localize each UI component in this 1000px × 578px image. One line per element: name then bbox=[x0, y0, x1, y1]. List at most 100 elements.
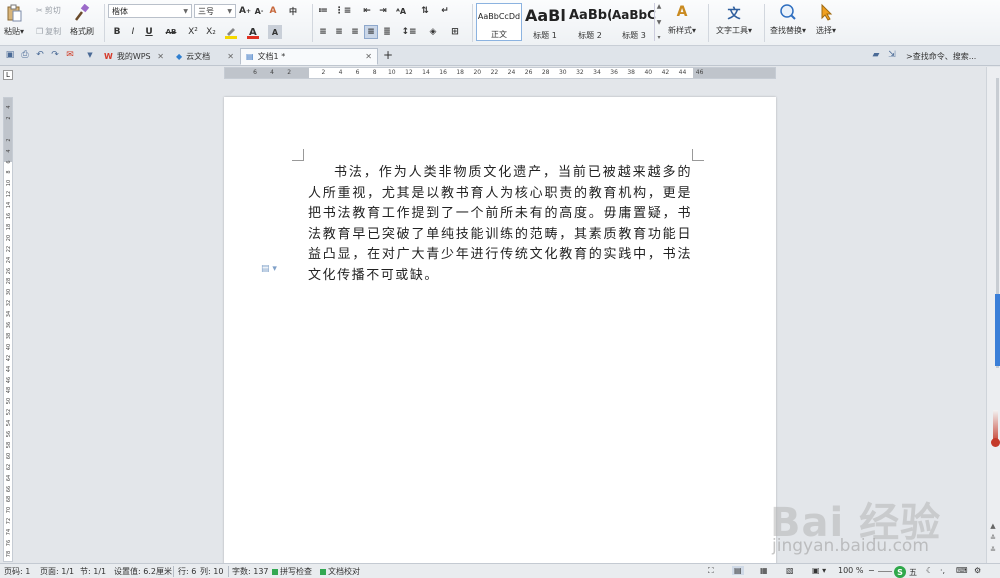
scissors-icon: ✂ bbox=[36, 6, 43, 15]
text-direction-icon[interactable]: ⇅ bbox=[418, 4, 432, 18]
web-view-icon[interactable]: ▦ bbox=[760, 566, 768, 575]
ruler-number: 44 bbox=[678, 69, 687, 76]
show-marks-icon[interactable]: ↵ bbox=[438, 4, 452, 18]
add-tab-button[interactable]: + bbox=[382, 48, 394, 62]
subscript-icon[interactable]: X₂ bbox=[204, 25, 218, 39]
horizontal-ruler[interactable]: 6 4 2 2 4 6 8 10 12 14 16 18 20 22 24 26 28 30 32 34 36 38 40 4… bbox=[224, 67, 776, 79]
close-icon[interactable]: ✕ bbox=[157, 52, 164, 61]
save-icon[interactable]: ▣ bbox=[4, 49, 16, 61]
style-heading-1[interactable]: AaBl 标题 1 bbox=[524, 3, 566, 41]
keyboard-icon[interactable]: ⌨ bbox=[956, 566, 968, 575]
ime-indicator[interactable]: S五 bbox=[894, 566, 917, 578]
zoom-value[interactable]: 100 % bbox=[838, 566, 863, 575]
undo-icon[interactable]: ↶ bbox=[34, 49, 46, 61]
style-gallery: AaBbCcDd 正文 AaBl 标题 1 AaBb( 标题 2 AaBbC 标… bbox=[476, 3, 662, 41]
font-size-select[interactable]: 三号 ▼ bbox=[194, 4, 236, 18]
justify-icon[interactable]: ≡ bbox=[364, 25, 378, 39]
document-paragraph[interactable]: 书法，作为人类非物质文化遗产，当前已被越来越多的人所重视，尤其是以教书育人为核心… bbox=[308, 163, 692, 286]
style-heading-2[interactable]: AaBb( 标题 2 bbox=[568, 3, 612, 41]
copy-button[interactable]: ❐ 复制 bbox=[36, 26, 61, 37]
document-page[interactable]: ▤ ▾ 书法，作为人类非物质文化遗产，当前已被越来越多的人所重视，尤其是以教书育… bbox=[224, 97, 776, 567]
style-gallery-scroll[interactable]: ▲ ▼ ▾ bbox=[654, 3, 663, 41]
ruler-number: 30 bbox=[558, 69, 567, 76]
find-replace-button[interactable]: 查找替换▾ bbox=[770, 3, 806, 36]
chevron-down-icon[interactable]: ▼ bbox=[657, 19, 662, 26]
task-pane-toggle[interactable] bbox=[995, 294, 1000, 366]
ruler-number: 40 bbox=[6, 343, 12, 350]
chevron-up-icon[interactable]: ▲ bbox=[657, 3, 662, 10]
moon-icon[interactable]: ☾ bbox=[926, 566, 933, 575]
font-group: 楷体 ▼ 三号 ▼ A + A- A 中 B I U AB X² X₂ A A bbox=[108, 2, 308, 44]
feedback-icon[interactable]: ▰ bbox=[870, 49, 882, 61]
outline-view-icon[interactable]: ▧ bbox=[786, 566, 794, 575]
borders-icon[interactable]: ⊞ bbox=[448, 25, 462, 39]
page-view-icon[interactable]: ▤ bbox=[732, 566, 744, 575]
close-icon[interactable]: ✕ bbox=[227, 52, 234, 61]
ruler-number: 56 bbox=[6, 430, 12, 438]
style-normal[interactable]: AaBbCcDd 正文 bbox=[476, 3, 522, 41]
style-heading-3[interactable]: AaBbC 标题 3 bbox=[612, 3, 656, 41]
tab-stop-selector[interactable]: L bbox=[3, 70, 13, 80]
tab-document-1[interactable]: ▤ 文档1 * ✕ bbox=[240, 48, 378, 65]
redo-icon[interactable]: ↷ bbox=[49, 49, 61, 61]
font-name-select[interactable]: 楷体 ▼ bbox=[108, 4, 192, 18]
line-spacing-icon[interactable]: ↕≡ bbox=[401, 25, 416, 39]
spell-check-toggle[interactable]: 拼写检查 bbox=[272, 566, 312, 577]
new-style-button[interactable]: A 新样式▾ bbox=[668, 3, 696, 36]
shrink-font-icon[interactable]: A- bbox=[252, 4, 266, 18]
numbered-list-icon[interactable]: ⋮≡ bbox=[335, 4, 352, 18]
zoom-out-icon[interactable]: − bbox=[868, 566, 875, 575]
phonetic-guide-icon[interactable]: 中 bbox=[286, 4, 300, 18]
ime-settings-icon[interactable]: ⚙ bbox=[974, 566, 981, 575]
distributed-icon[interactable]: ≣ bbox=[380, 25, 394, 39]
select-button[interactable]: 选择▾ bbox=[816, 3, 836, 36]
ruler-number: 24 bbox=[6, 256, 12, 263]
bold-icon[interactable]: B bbox=[110, 25, 124, 39]
grow-font-icon[interactable]: A + bbox=[238, 4, 252, 18]
italic-icon[interactable]: I bbox=[126, 25, 140, 39]
bullet-list-icon[interactable]: ≔ bbox=[316, 4, 330, 18]
reading-view-icon[interactable]: ▣ ▾ bbox=[812, 566, 826, 575]
paragraph-layout-icon[interactable]: ▤ ▾ bbox=[261, 264, 277, 274]
scroll-prev-page-icon[interactable]: ≙ bbox=[988, 534, 998, 542]
change-case-icon[interactable]: ᴬA bbox=[394, 4, 408, 18]
cut-button[interactable]: ✂ 剪切 bbox=[36, 5, 61, 16]
email-icon[interactable]: ✉ bbox=[64, 49, 76, 61]
ruler-number: 38 bbox=[627, 69, 636, 76]
shading-icon[interactable]: ◈ bbox=[426, 25, 440, 39]
punctuation-icon[interactable]: ·, bbox=[940, 566, 945, 575]
command-search-box[interactable]: >查找命令、搜索... bbox=[906, 49, 998, 63]
text-tools-button[interactable]: 文 文字工具▾ bbox=[716, 3, 752, 36]
scroll-next-page-icon[interactable]: ≚ bbox=[988, 546, 998, 554]
align-right-icon[interactable]: ≡ bbox=[348, 25, 362, 39]
ruler-number: 72 bbox=[6, 518, 12, 525]
pin-icon[interactable]: ⇲ bbox=[886, 49, 898, 61]
align-center-icon[interactable]: ≡ bbox=[332, 25, 346, 39]
increase-indent-icon[interactable]: ⇥ bbox=[376, 4, 390, 18]
doc-proof-toggle[interactable]: 文档校对 bbox=[320, 566, 360, 577]
underline-icon[interactable]: U bbox=[142, 25, 156, 39]
align-left-icon[interactable]: ≡ bbox=[316, 25, 330, 39]
fullscreen-icon[interactable]: ⛶ bbox=[708, 566, 714, 576]
decrease-indent-icon[interactable]: ⇤ bbox=[360, 4, 374, 18]
paste-button[interactable]: 粘贴▾ bbox=[4, 4, 24, 37]
superscript-icon[interactable]: X² bbox=[186, 25, 200, 39]
ruler-number: 26 bbox=[524, 69, 533, 76]
format-painter-button[interactable]: 格式刷 bbox=[70, 4, 94, 37]
tab-cloud-docs[interactable]: ◆ 云文档 ✕ bbox=[170, 48, 240, 65]
font-color-icon[interactable]: A bbox=[246, 25, 260, 39]
expand-icon[interactable]: ▾ bbox=[657, 34, 660, 41]
customize-toolbar-icon[interactable]: ▼ bbox=[84, 49, 96, 61]
scroll-up-icon[interactable]: ▲ bbox=[988, 522, 998, 530]
close-icon[interactable]: ✕ bbox=[365, 52, 372, 61]
zoom-slider[interactable] bbox=[878, 571, 892, 572]
clear-format-icon[interactable]: A bbox=[266, 4, 280, 18]
highlight-icon[interactable] bbox=[224, 25, 238, 39]
vertical-ruler[interactable]: 4 2 2 4 6 8 10 12 14 16 18 20 22 24 26 28 30 32 34 36 38 40 42… bbox=[3, 97, 13, 562]
ruler-number: 20 bbox=[473, 69, 482, 76]
strikethrough-icon[interactable]: AB bbox=[164, 25, 178, 39]
status-word-count[interactable]: 字数: 137 bbox=[232, 566, 269, 577]
print-icon[interactable]: ⎙ bbox=[19, 49, 31, 61]
tab-my-wps[interactable]: W 我的WPS ✕ bbox=[98, 48, 170, 65]
char-shading-icon[interactable]: A bbox=[268, 25, 282, 39]
